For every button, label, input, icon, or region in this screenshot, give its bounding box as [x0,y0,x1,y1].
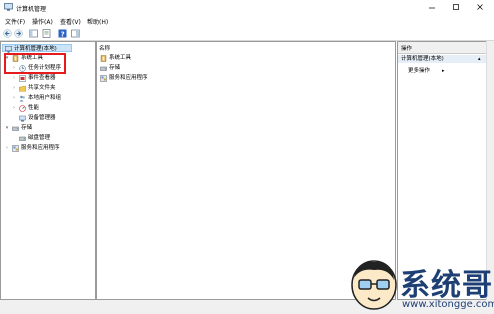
chevron-right-icon: ▸ [442,68,445,74]
chevron-right-icon[interactable]: › [11,104,17,112]
watermark-url: www.xitongge.com [402,299,494,310]
chevron-down-icon[interactable]: ▾ [4,124,10,132]
tree-item-services-apps[interactable]: › 服务和应用程序 [4,144,84,152]
tree-item-performance[interactable]: › 性能 [11,104,73,112]
services-icon [100,75,107,82]
maximize-icon[interactable] [450,3,462,12]
tree-item-shared-folders[interactable]: › 共享文件夹 [11,84,73,92]
computer-management-icon [5,46,12,53]
event-viewer-icon [19,75,26,82]
more-actions-item[interactable]: 更多操作 ▸ [408,67,445,75]
tree-item-event-viewer[interactable]: › 事件查看器 [11,74,73,82]
tools-icon [100,55,107,62]
collapse-arrow-icon[interactable]: ▴ [478,55,481,63]
disk-management-icon [19,136,26,141]
storage-icon [12,126,19,131]
chevron-right-icon[interactable]: › [11,94,17,102]
show-hide-tree-icon[interactable] [29,29,38,38]
export-list-icon[interactable] [71,29,80,38]
highlight-annotation-box [4,53,66,74]
minimize-icon[interactable] [426,3,438,12]
watermark-brand: 系统哥 [400,268,493,303]
performance-icon [19,105,26,112]
window-title: 计算机管理 [16,6,47,13]
menu-bar: 文件(F) 操作(A) 查看(V) 帮助(H) [0,15,494,27]
actions-group-header[interactable]: 计算机管理(本地) ▴ [398,55,486,63]
forward-arrow-icon[interactable] [14,29,23,38]
shared-folder-icon [19,86,26,92]
menu-help[interactable]: 帮助(H) [87,17,108,26]
chevron-right-icon[interactable]: › [4,144,10,152]
toolbar: ? [0,27,494,41]
tree-item-device-manager[interactable]: 设备管理器 [11,114,73,122]
computer-management-icon [4,3,13,11]
users-icon [19,95,25,102]
column-header-name[interactable]: 名称 [99,44,110,52]
help-icon[interactable]: ? [58,29,67,38]
services-icon [12,145,19,152]
menu-file[interactable]: 文件(F) [5,17,25,26]
actions-header: 操作 [398,42,493,54]
back-arrow-icon[interactable] [3,29,12,38]
tree-item-disk-management[interactable]: 磁盘管理 [11,134,73,142]
close-icon[interactable] [474,3,486,12]
svg-text:?: ? [61,30,65,38]
properties-icon[interactable] [42,29,51,38]
tree-item-local-users[interactable]: › 本地用户和组 [11,94,73,102]
chevron-right-icon[interactable]: › [11,84,17,92]
tree-item-storage[interactable]: ▾ 存储 [4,124,74,132]
device-manager-icon [19,115,26,122]
watermark: 系统哥 www.xitongge.com [348,256,494,314]
menu-action[interactable]: 操作(A) [32,17,53,26]
title-bar: 计算机管理 [0,0,494,15]
mascot-logo-icon [351,260,397,310]
tree-item-root[interactable]: 计算机管理(本地) [2,44,72,53]
storage-icon [100,66,107,71]
console-tree-pane: 计算机管理(本地) ▾ 系统工具 › 任务计划程序 › 事件查看器 › 共享文件… [0,41,96,300]
menu-view[interactable]: 查看(V) [60,17,81,26]
chevron-right-icon[interactable]: › [11,74,17,82]
